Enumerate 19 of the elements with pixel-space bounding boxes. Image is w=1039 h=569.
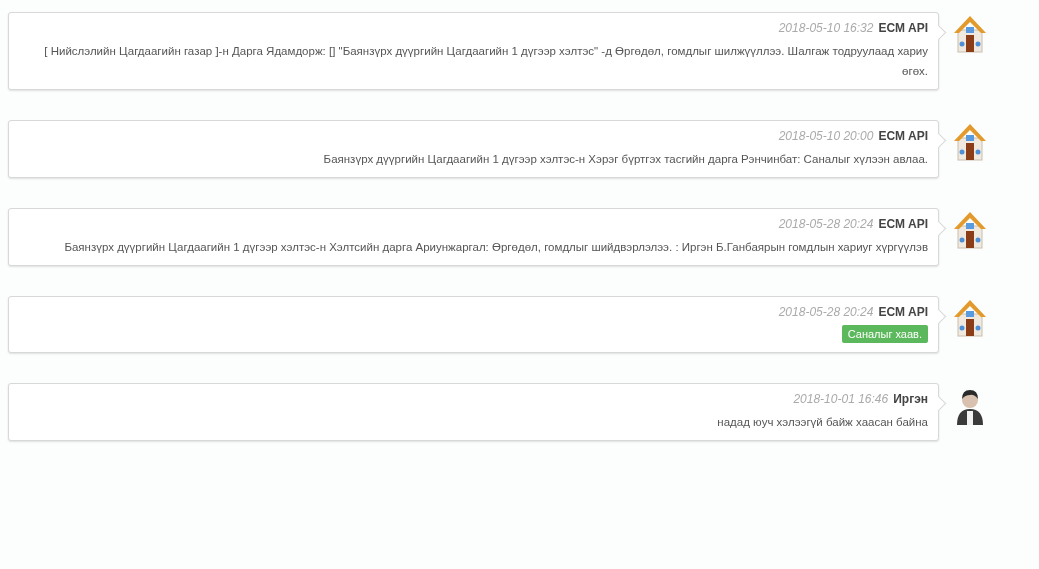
house-icon: [953, 298, 987, 338]
message-author: ECM API: [878, 21, 928, 35]
house-icon: [953, 122, 987, 162]
message-time: 2018-10-01 16:46: [793, 392, 889, 406]
message-time: 2018-05-10 16:32: [778, 21, 874, 35]
message-author: ECM API: [878, 129, 928, 143]
message-text: Баянзүрх дүүргийн Цагдаагийн 1 дүгээр хэлтэс-н Хэрэг бүртгэх тасгийн дарга Рэнчинбат: Саналыг хүлээн авлаа.: [323, 152, 928, 167]
message-time: 2018-05-28 20:24: [778, 305, 874, 319]
house-icon: [953, 14, 987, 54]
message-time: 2018-05-10 20:00: [778, 129, 874, 143]
house-icon: [953, 210, 987, 250]
message-author: ECM API: [878, 217, 928, 231]
message-text: Баянзүрх дүүргийн Цагдаагийн 1 дүгээр хэлтэс-н Хэлтсийн дарга Ариунжаргал: Өргөдөл, гомдлыг шийдвэрлэлээ. : Иргэн Б.Ганбаярын гомдлын хариуг хүргүүлэв: [64, 240, 928, 255]
status-label: Саналыг хаав.: [841, 325, 928, 343]
message-time: 2018-05-28 20:24: [778, 217, 874, 231]
message-text: [ Нийслэлийн Цагдаагийн газар ]-н Дарга Ядамдорж: [] "Баянзүрх дүүргийн Цагдаагийн 1 дүгээр хэлтэс" -д Өргөдөл, гомдлыг шилжүүллээ. Шалгаж тодруулаад хариу өгөх.: [43, 44, 928, 79]
message-author: ECM API: [878, 305, 928, 319]
message-text: надад юуч хэлээгүй байж хаасан байна: [717, 415, 928, 430]
message-author: Иргэн: [893, 392, 928, 406]
